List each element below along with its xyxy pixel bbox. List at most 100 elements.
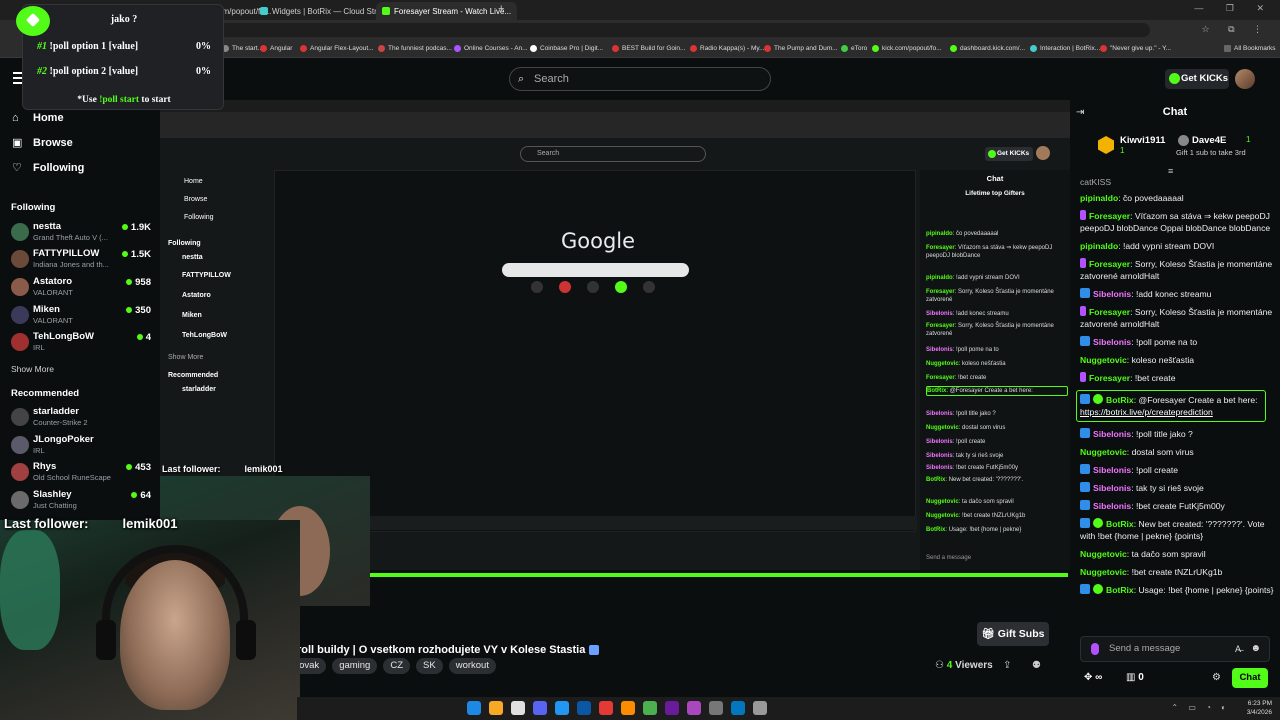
chat-message: Sibelonis: !add konec streamu [1080,288,1276,300]
poll-title: jako ? [110,14,138,25]
browse-icon: ▣ [12,136,23,149]
tag[interactable]: workout [448,658,496,674]
sidebar-channel[interactable]: nestta Grand Theft Auto V (... 1.9K [11,221,151,245]
gift-subs-button[interactable]: 🎁︎ Gift Subs [977,622,1049,646]
bookmark[interactable]: Angular Flex-Layout... [300,45,374,52]
verified-icon [589,645,600,656]
stream-tags: lovak gaming CZ SK workout [290,658,496,674]
bookmark[interactable]: Radio Kappa(s) - My... [690,45,765,52]
tag[interactable]: gaming [332,658,378,674]
gear-icon[interactable]: ⚙ [1212,672,1221,683]
sidebar-channel[interactable]: JLongoPoker IRL [11,434,151,458]
chat-message: pipinaldo: !add vypni stream DOVI [1080,241,1215,251]
mic-icon [1091,643,1099,655]
chat-message: Foresayer: !bet create [1080,372,1276,384]
windows-taskbar: ⌃ ▭ ◔ ◐ 6:23 PM 3/4/2026 [297,697,1280,720]
bookmark[interactable]: dashboard.kick.com/... [950,45,1025,52]
top-gifters: Kiwvi1911 1 Dave4E 1 Gift 1 sub to take … [1070,130,1280,170]
emoji-icon[interactable]: ☻ [1250,637,1261,661]
chat-message: pipinaldo: čo povedaaaaal [1080,193,1184,203]
google-search-box [502,263,689,277]
tag[interactable]: SK [416,658,443,674]
bookmark[interactable]: The start... [222,45,263,52]
sidebar-channel[interactable]: Slashley Just Chatting 64 [11,489,151,513]
avatar [11,408,29,426]
get-kicks-button[interactable]: Get KICKs [1165,69,1229,89]
last-follower-overlay: Last follower: lemik001 [4,516,178,531]
sidebar-channel[interactable]: Rhys Old School RuneScape 453 [11,461,151,485]
chat-input[interactable]: Send a message A̶ ☻ [1080,636,1270,662]
search-input[interactable]: ⌕ Search [509,67,771,91]
bookmark[interactable]: The Pump and Dum... [764,45,838,52]
google-shortcuts [531,281,655,293]
nav-browse[interactable]: ▣ Browse [12,137,73,149]
bookmark[interactable]: kick.com/popout/fo... [872,45,942,52]
chat-send-button[interactable]: Chat [1232,668,1268,688]
share-icon[interactable]: ⇪ [1003,660,1011,671]
poll-option: #2 !poll option 2 [value] 0% [37,66,211,77]
kick-favicon-icon [382,7,390,15]
sidebar-channel[interactable]: Astatoro VALORANT 958 [11,276,151,300]
bet-link[interactable]: https://botrix.live/p/createprediction [1080,407,1213,417]
chat-title: Chat [1162,106,1188,118]
address-field[interactable] [150,23,1150,37]
chat-message: BotRix: New bet created: '???????'. Vote… [1080,518,1265,541]
chat-message: Sibelonis: !poll create [1080,464,1276,476]
chat-message: Sibelonis: !poll title jako ? [1080,428,1276,440]
chat-message: Foresayer: Sorry, Koleso Šťastia je mome… [1080,258,1273,281]
sidebar-channel[interactable]: FATTYPILLOW Indiana Jones and th... 1.5K [11,248,151,272]
chat-message: BotRix: Usage: !bet {home | pekne} {poin… [1080,584,1276,596]
avatar [11,306,29,324]
avatar [1036,146,1050,160]
infinity-points[interactable]: ✥ ∞ [1084,672,1102,683]
nav-following[interactable]: ♡ Following [12,162,84,174]
sidebar-channel[interactable]: TehLongBoW IRL 4 [11,331,151,355]
all-bookmarks[interactable]: All Bookmarks [1224,45,1276,52]
avatar[interactable] [1235,69,1255,89]
bookmark[interactable]: Angular [260,45,292,52]
extensions-icons[interactable]: ☆ ⧉ ⋮ [1202,24,1271,35]
heart-icon: ♡ [12,161,22,174]
browser-tab-active[interactable]: Foresayer Stream - Watch Live... [376,2,518,20]
inner-search: Search [520,146,706,162]
avatar [11,223,29,241]
gift-icon: 🎁︎ [981,628,998,640]
bookmark[interactable]: BEST Build for Goin... [612,45,685,52]
chevron-down-icon[interactable]: ≡ [1168,166,1173,176]
window-controls[interactable]: — ❐ ✕ [1194,3,1274,14]
avatar [11,278,29,296]
tag[interactable]: CZ [383,658,411,674]
system-tray[interactable]: ⌃ ▭ ◔ ◐ [1171,703,1230,712]
add-user-icon[interactable]: ⚉ [1032,660,1041,671]
taskbar-apps[interactable] [467,701,767,715]
avatar [11,491,29,509]
bookmark[interactable]: eToro [841,45,867,52]
chat-footer: ✥ ∞ ▥ 0 ⚙ Chat [1080,668,1270,690]
bookmark[interactable]: The funniest podcas... [378,45,452,52]
stream-title: roll buildy | O vsetkom rozhodujete VY v… [297,644,600,656]
recommended-title: Recommended [11,388,80,399]
viewer-count: ⚇ 4 Viewers [935,660,993,671]
points-count[interactable]: ▥ 0 [1126,672,1144,683]
bookmark[interactable]: Online Courses - An... [454,45,528,52]
avatar [1178,135,1189,146]
bookmark[interactable]: Coinbase Pro | Digit... [530,45,603,52]
sidebar-channel[interactable]: starladder Counter-Strike 2 [11,406,151,430]
pencil-icon [16,6,50,36]
bookmark[interactable]: Interaction | BotRix... [1030,45,1100,52]
kick-coin-icon [1169,73,1180,84]
poll-hint: *Use !poll start to start [77,95,171,105]
sidebar-channel[interactable]: Miken VALORANT 350 [11,304,151,328]
translate-icon[interactable]: A̶ [1235,637,1241,661]
chat-message: Nuggetovic: dostal som virus [1080,447,1194,457]
taskbar-clock[interactable]: 6:23 PM 3/4/2026 [1247,699,1272,717]
chat-message: Sibelonis: !poll pome na to [1080,336,1276,348]
botrix-favicon-icon [260,7,268,15]
chat-message: Sibelonis: !bet create FutKj5m00y [1080,500,1276,512]
bookmark[interactable]: "Never give up." - Y... [1100,45,1171,52]
show-more-link[interactable]: Show More [11,364,54,374]
search-icon: ⌕ [518,73,525,85]
chat-panel: ⇥ Chat Kiwvi1911 1 Dave4E 1 Gift 1 sub t… [1070,100,1280,697]
new-tab-button[interactable]: + [498,3,504,15]
nav-home[interactable]: ⌂ Home [12,112,64,124]
